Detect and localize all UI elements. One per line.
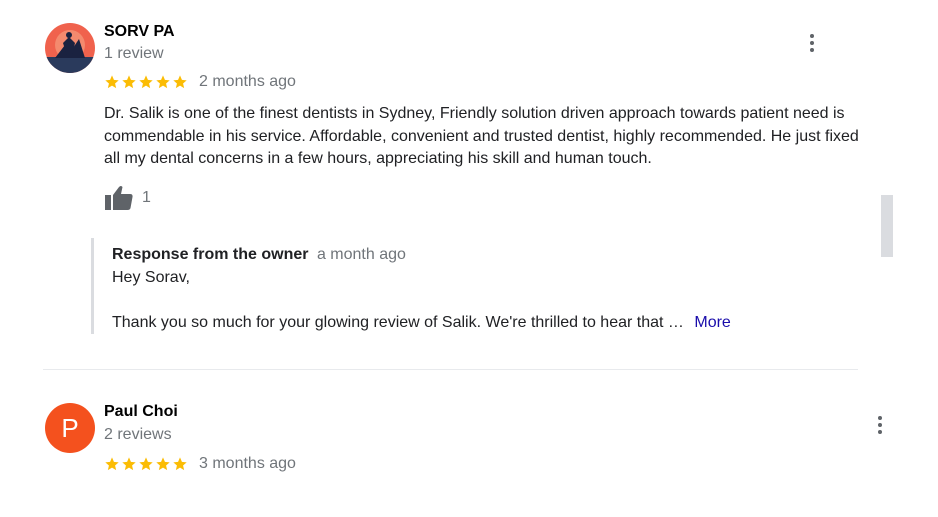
reviewer-review-count: 1 review: [104, 45, 164, 62]
scrollbar-thumb[interactable]: [881, 195, 893, 257]
reviewer-review-count: 2 reviews: [104, 426, 172, 443]
star-icon: [173, 457, 187, 471]
star-icon: [105, 457, 119, 471]
avatar[interactable]: [45, 23, 95, 73]
review-divider: [43, 369, 858, 370]
reviewer-name[interactable]: SORV PA: [104, 23, 175, 41]
owner-response-snippet: Thank you so much for your glowing revie…: [112, 314, 684, 331]
more-vert-icon[interactable]: [802, 31, 822, 55]
star-icon: [156, 457, 170, 471]
reviewer-name[interactable]: Paul Choi: [104, 403, 178, 421]
like-count: 1: [142, 189, 151, 206]
review-date: 3 months ago: [199, 455, 296, 472]
owner-response-greeting: Hey Sorav,: [112, 269, 190, 286]
like-row: 1: [104, 184, 151, 212]
rating-row: 2 months ago: [104, 72, 296, 92]
review-date: 2 months ago: [199, 73, 296, 90]
star-icon: [122, 457, 136, 471]
more-vert-icon[interactable]: [870, 413, 890, 437]
star-icon: [156, 75, 170, 89]
owner-response-header: Response from the owner a month ago: [112, 246, 406, 264]
owner-response-text: Thank you so much for your glowing revie…: [112, 314, 731, 332]
owner-response-label: Response from the owner: [112, 246, 309, 263]
star-icon: [139, 457, 153, 471]
star-rating: [104, 74, 188, 90]
reviews-page: SORV PA 1 review 2 months ago Dr. Salik …: [0, 0, 938, 517]
more-link[interactable]: More: [694, 314, 730, 331]
thumbs-up-icon[interactable]: [104, 184, 134, 212]
star-icon: [105, 75, 119, 89]
review-text: Dr. Salik is one of the finest dentists …: [104, 105, 859, 167]
star-icon: [173, 75, 187, 89]
star-rating: [104, 456, 188, 472]
avatar[interactable]: P: [45, 403, 95, 453]
rating-row: 3 months ago: [104, 454, 296, 474]
star-icon: [139, 75, 153, 89]
owner-response: Response from the owner a month ago Hey …: [91, 238, 811, 334]
owner-response-date: a month ago: [316, 246, 406, 263]
star-icon: [122, 75, 136, 89]
